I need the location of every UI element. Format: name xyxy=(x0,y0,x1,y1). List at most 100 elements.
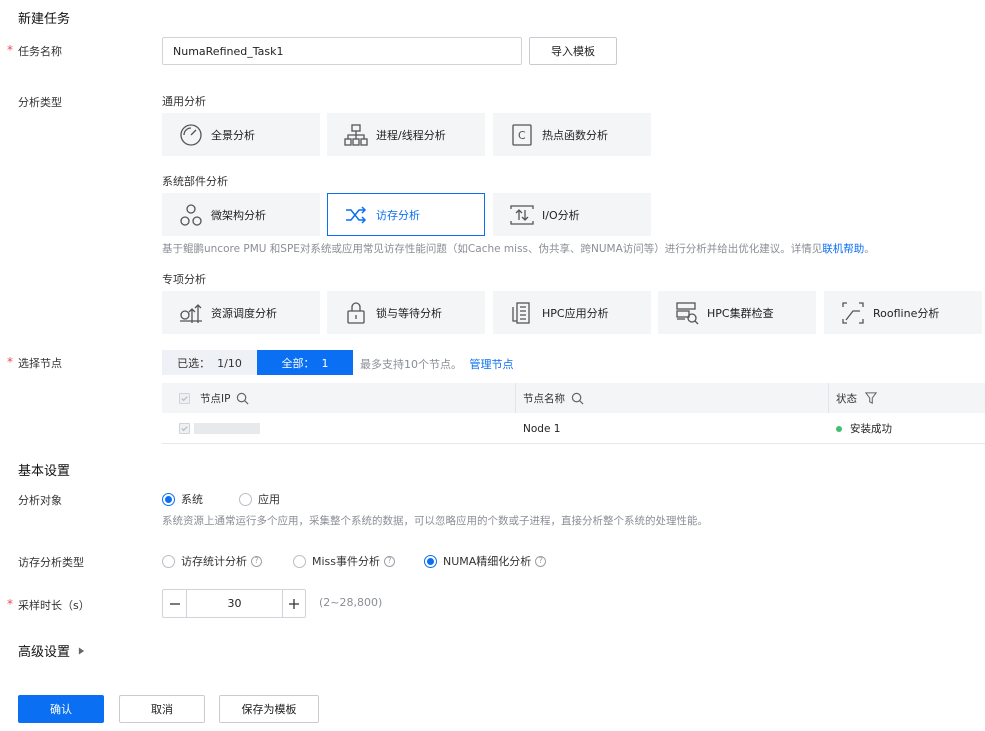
radio-label: 应用 xyxy=(258,493,280,506)
memory-analysis-type-label: 访存分析类型 xyxy=(18,556,84,569)
help-icon[interactable]: ? xyxy=(384,555,396,567)
roofline-icon xyxy=(840,300,866,326)
import-template-button[interactable]: 导入模板 xyxy=(529,37,617,65)
radio-button[interactable] xyxy=(162,554,175,568)
radio-button[interactable] xyxy=(424,554,437,568)
analysis-target-note: 系统资源上通常运行多个应用，采集整个系统的数据，可以忽略应用的个数或子进程，直接… xyxy=(162,515,708,527)
hpc-app-icon xyxy=(509,300,535,326)
row-checkbox[interactable] xyxy=(179,423,190,434)
column-header-ip: 节点IP xyxy=(200,390,249,406)
io-icon xyxy=(509,202,535,228)
search-icon[interactable] xyxy=(236,392,249,405)
card-label: 热点函数分析 xyxy=(542,128,608,142)
card-label: I/O分析 xyxy=(542,208,580,222)
select-all-checkbox[interactable] xyxy=(179,393,190,404)
manage-nodes-link[interactable]: 管理节点 xyxy=(470,358,514,371)
tab-all-nodes[interactable]: 全部： 1 xyxy=(257,350,353,375)
description-end: 。 xyxy=(864,243,875,255)
advanced-settings-title: 高级设置 xyxy=(18,645,71,660)
cancel-button[interactable]: 取消 xyxy=(119,695,205,723)
increment-button[interactable] xyxy=(282,590,305,617)
card-label: 访存分析 xyxy=(376,208,420,222)
lock-icon xyxy=(343,300,369,326)
function-c-icon: C xyxy=(509,122,535,148)
column-label: 状态 xyxy=(836,392,857,405)
description-text: 基于鲲鹏uncore PMU 和SPE对系统或应用常见访存性能问题（如Cache… xyxy=(162,243,823,255)
analysis-type-label: 分析类型 xyxy=(18,96,62,109)
card-resource-schedule-analysis[interactable]: 资源调度分析 xyxy=(162,291,320,334)
gauge-icon xyxy=(178,122,204,148)
card-label: 进程/线程分析 xyxy=(376,128,446,142)
column-header-name: 节点名称 xyxy=(523,390,584,406)
column-divider xyxy=(515,383,516,413)
advanced-settings-toggle[interactable]: 高级设置 xyxy=(18,641,85,660)
caret-right-icon xyxy=(78,647,85,655)
radio-button[interactable] xyxy=(162,492,175,506)
radio-miss-event[interactable]: Miss事件分析 ? xyxy=(293,553,396,569)
column-divider xyxy=(828,383,829,413)
radio-button[interactable] xyxy=(293,554,306,568)
card-hotspot-function-analysis[interactable]: C 热点函数分析 xyxy=(493,113,651,156)
card-label: 全景分析 xyxy=(211,128,255,142)
column-header-status: 状态 xyxy=(836,390,877,406)
duration-range-hint: (2~28,800) xyxy=(319,596,383,609)
column-label: 节点IP xyxy=(200,392,231,405)
online-help-link[interactable]: 联机帮助 xyxy=(822,243,864,255)
sampling-duration-label: 采样时长（s） xyxy=(7,597,90,613)
svg-text:C: C xyxy=(518,129,526,142)
card-process-thread-analysis[interactable]: 进程/线程分析 xyxy=(327,113,485,156)
nodes-hint-text: 最多支持10个节点。 xyxy=(360,358,462,371)
row-divider xyxy=(162,443,985,444)
card-memory-access-analysis[interactable]: 访存分析 xyxy=(327,193,485,236)
radio-memory-statistics[interactable]: 访存统计分析 ? xyxy=(162,553,262,569)
radio-target-system[interactable]: 系统 xyxy=(162,491,203,507)
card-label: 资源调度分析 xyxy=(211,306,277,320)
nodes-table: 节点IP 节点名称 状态 Node 1 安装成功 xyxy=(162,383,985,444)
system-analysis-label: 系统部件分析 xyxy=(162,175,228,188)
filter-icon[interactable] xyxy=(865,392,877,404)
node-ip-redacted xyxy=(194,423,260,434)
card-panorama-analysis[interactable]: 全景分析 xyxy=(162,113,320,156)
confirm-button[interactable]: 确认 xyxy=(18,695,104,723)
schedule-icon xyxy=(178,300,204,326)
card-microarch-analysis[interactable]: 微架构分析 xyxy=(162,193,320,236)
radio-target-application[interactable]: 应用 xyxy=(239,491,280,507)
card-label: 锁与等待分析 xyxy=(376,306,442,320)
task-name-input[interactable]: NumaRefined_Task1 xyxy=(162,37,522,65)
page-title: 新建任务 xyxy=(18,12,71,27)
tab-selected-nodes[interactable]: 已选： 1/10 xyxy=(162,350,257,375)
radio-label: NUMA精细化分析 xyxy=(443,555,532,568)
radio-button[interactable] xyxy=(239,492,252,506)
card-label: Roofline分析 xyxy=(873,306,940,320)
process-tree-icon xyxy=(343,122,369,148)
save-as-template-button[interactable]: 保存为模板 xyxy=(219,695,319,723)
special-analysis-label: 专项分析 xyxy=(162,273,206,286)
node-status-cell: 安装成功 xyxy=(836,421,892,436)
status-text: 安装成功 xyxy=(850,423,892,435)
status-dot xyxy=(836,425,842,432)
duration-input[interactable]: 30 xyxy=(187,590,282,617)
card-roofline-analysis[interactable]: Roofline分析 xyxy=(824,291,982,334)
card-lock-wait-analysis[interactable]: 锁与等待分析 xyxy=(327,291,485,334)
decrement-button[interactable] xyxy=(163,590,187,617)
memory-analysis-description: 基于鲲鹏uncore PMU 和SPE对系统或应用常见访存性能问题（如Cache… xyxy=(162,241,875,256)
analysis-target-label: 分析对象 xyxy=(18,494,62,507)
card-hpc-cluster-check[interactable]: HPC集群检查 xyxy=(658,291,816,334)
micro-arch-icon xyxy=(178,202,204,228)
column-label: 节点名称 xyxy=(523,392,565,405)
card-hpc-app-analysis[interactable]: HPC应用分析 xyxy=(493,291,651,334)
search-icon[interactable] xyxy=(571,392,584,405)
card-io-analysis[interactable]: I/O分析 xyxy=(493,193,651,236)
radio-label: Miss事件分析 xyxy=(312,555,381,568)
help-icon[interactable]: ? xyxy=(251,555,262,567)
select-nodes-label: 选择节点 xyxy=(7,355,62,371)
help-icon[interactable]: ? xyxy=(535,555,547,567)
duration-stepper: 30 xyxy=(162,589,306,618)
card-label: HPC集群检查 xyxy=(707,306,774,320)
nodes-hint: 最多支持10个节点。 管理节点 xyxy=(360,356,514,372)
basic-settings-title: 基本设置 xyxy=(18,464,71,479)
shuffle-icon xyxy=(343,202,369,228)
table-row[interactable]: Node 1 安装成功 xyxy=(162,413,985,443)
hpc-cluster-icon xyxy=(674,300,700,326)
radio-numa-refined[interactable]: NUMA精细化分析 ? xyxy=(424,553,547,569)
